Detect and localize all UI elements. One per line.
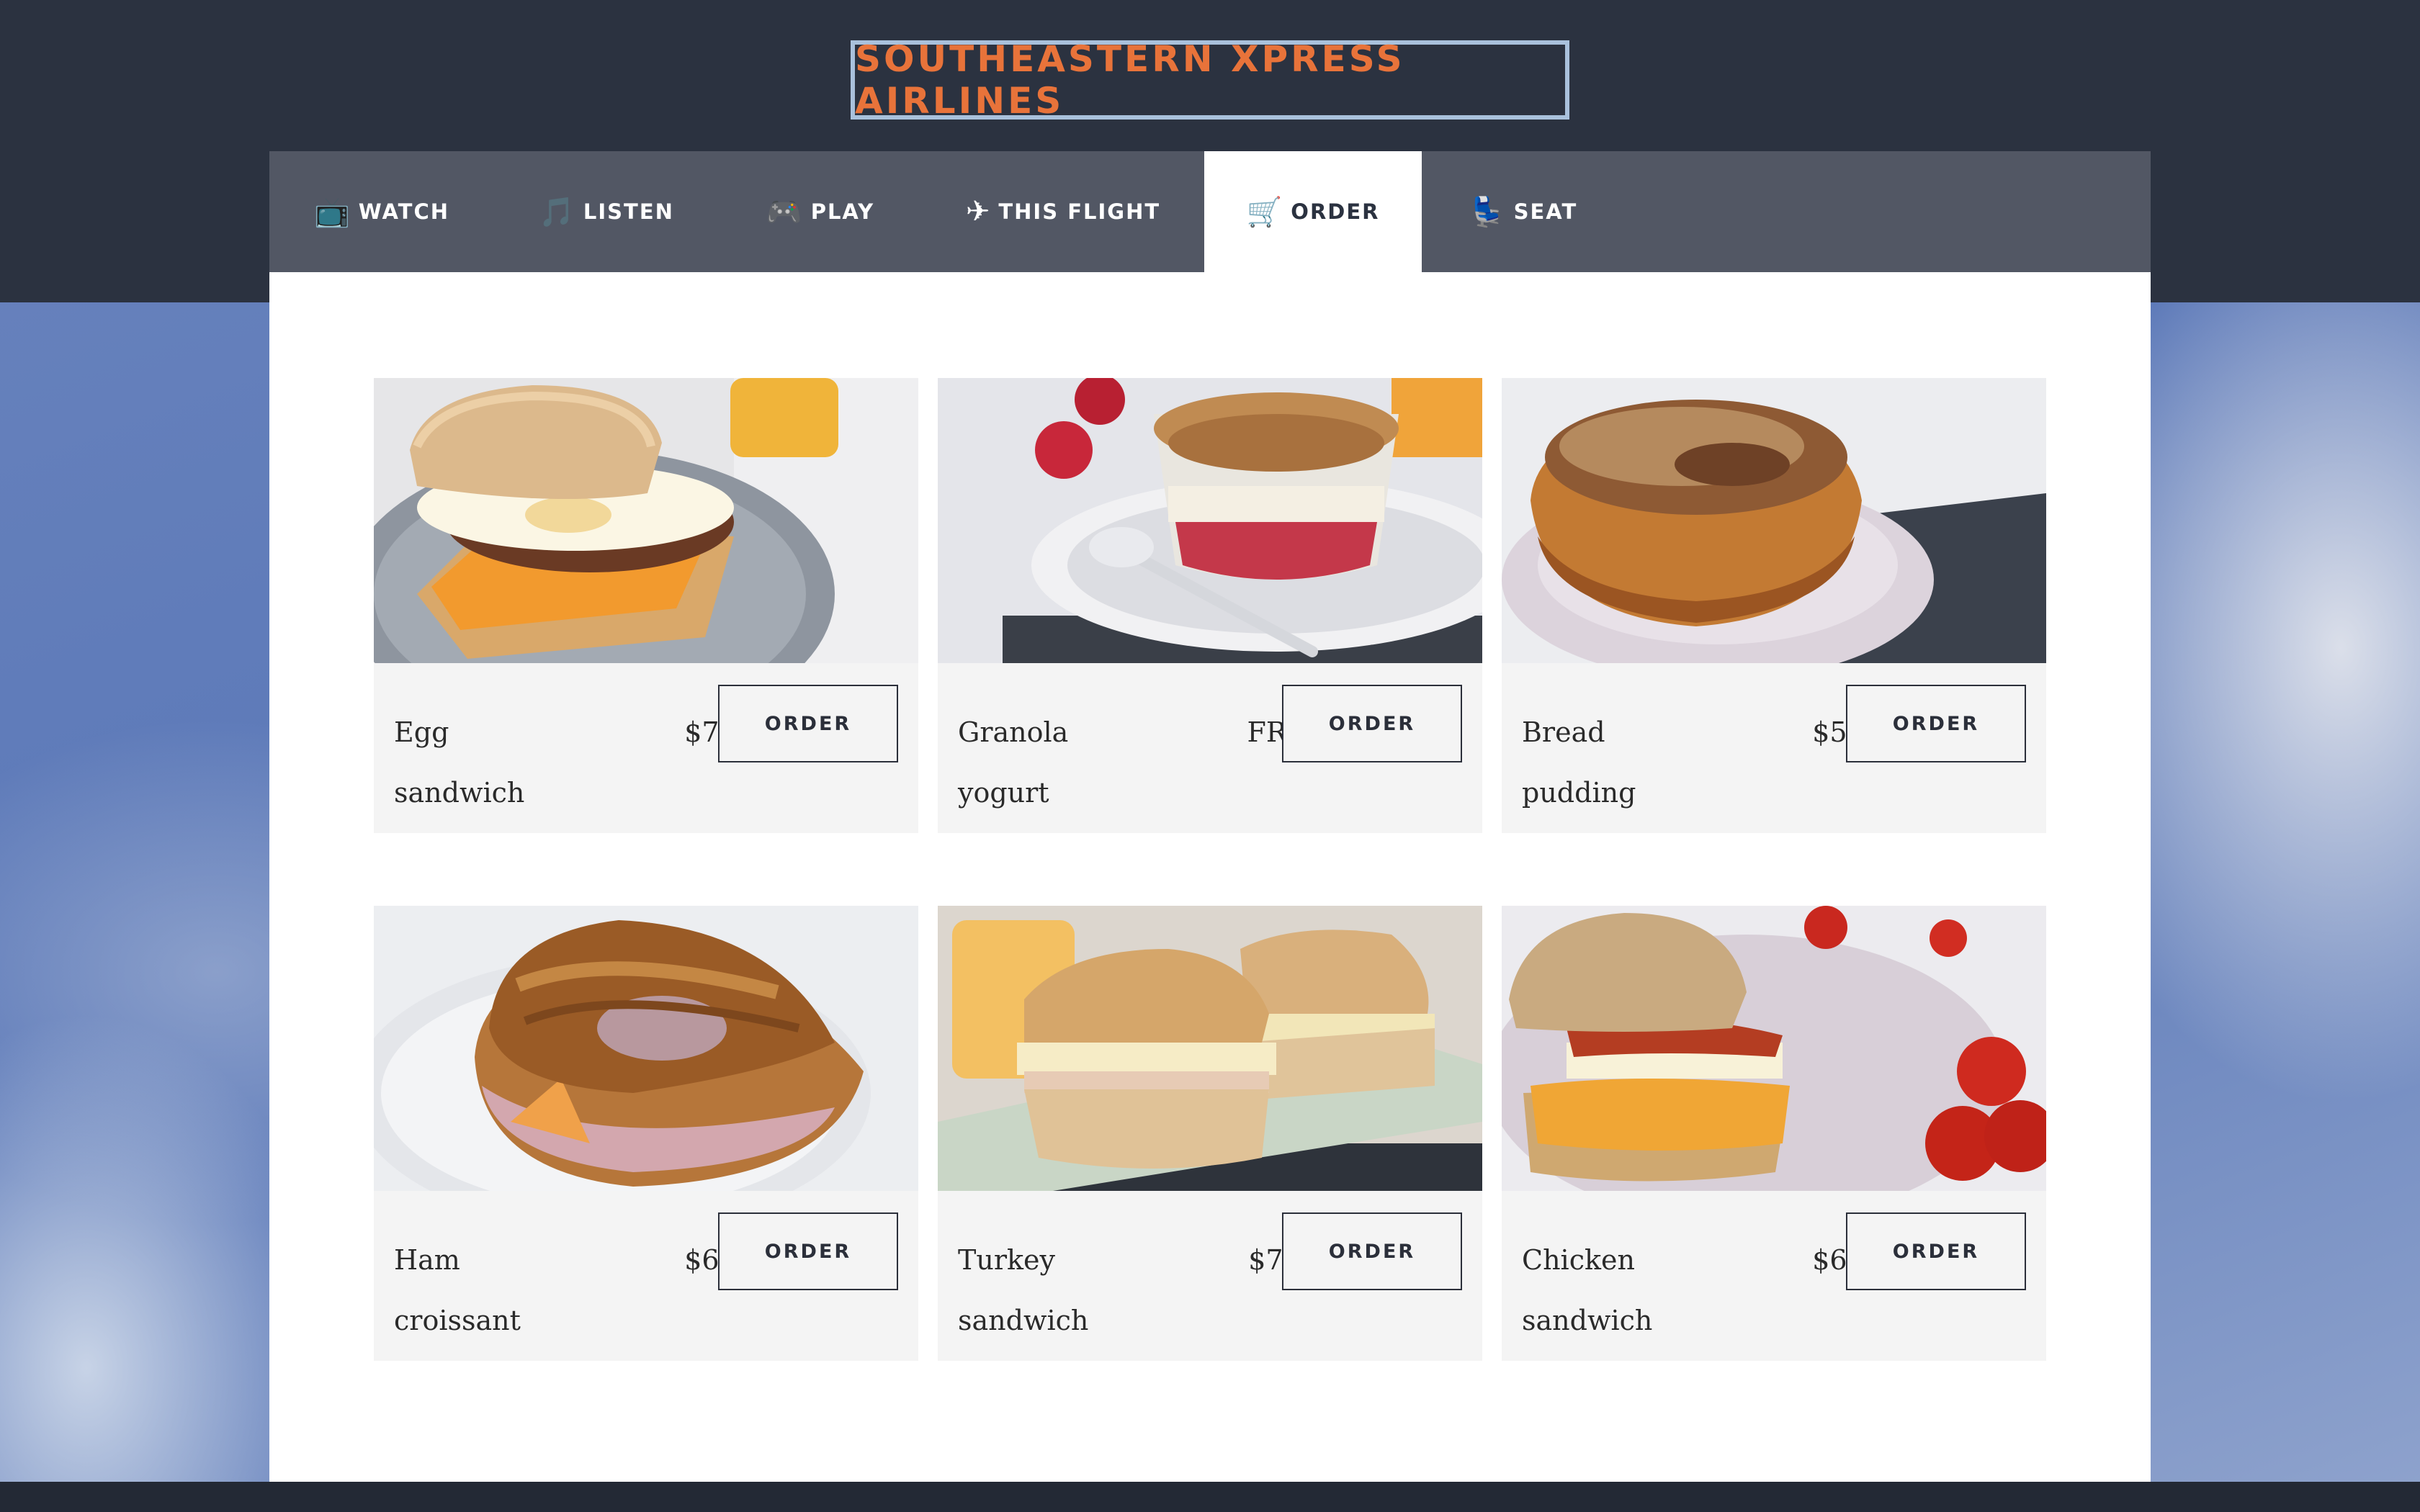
airline-logo-title: SOUTHEASTERN XPRESS AIRLINES [851,38,1569,122]
item-name: Turkey sandwich [958,1244,1089,1336]
item-name: Granola yogurt [958,716,1069,809]
tv-icon: 📺 [313,195,351,229]
gamepad-icon: 🎮 [766,195,804,229]
ham-croissant-photo [374,906,918,1191]
tab-order[interactable]: 🛒 ORDER [1204,151,1422,272]
turkey-sandwich-photo [938,906,1482,1191]
tab-label: ORDER [1291,199,1380,224]
menu-card: Ham croissant $6.99 ORDER [374,906,918,1361]
egg-sandwich-photo [374,378,918,663]
menu-card: Egg sandwich $7.99 ORDER [374,378,918,833]
shopping-cart-icon: 🛒 [1246,195,1284,229]
item-name: Chicken sandwich [1522,1244,1653,1336]
tab-watch[interactable]: 📺 WATCH [269,151,494,272]
tab-label: WATCH [358,199,450,224]
order-button[interactable]: ORDER [718,685,898,762]
tab-label: LISTEN [583,199,674,224]
menu-card: Granola yogurt FREE ORDER [938,378,1482,833]
seat-icon: 💺 [1469,195,1507,229]
tab-listen[interactable]: 🎵 LISTEN [494,151,719,272]
tab-this-flight[interactable]: ✈ THIS FLIGHT [922,151,1204,272]
chicken-sandwich-photo [1502,906,2046,1191]
menu-card: Chicken sandwich $6.99 ORDER [1502,906,2046,1361]
bread-pudding-photo [1502,378,2046,663]
order-button[interactable]: ORDER [718,1212,898,1290]
tab-label: THIS FLIGHT [998,199,1161,224]
tab-seat[interactable]: 💺 SEAT [1422,151,1625,272]
menu-card: Bread pudding $5.99 ORDER [1502,378,2046,833]
tab-label: SEAT [1513,199,1578,224]
airplane-icon: ✈ [965,195,992,228]
item-name: Bread pudding [1522,716,1636,809]
tab-play[interactable]: 🎮 PLAY [719,151,922,272]
item-name: Ham croissant [394,1244,521,1336]
order-button[interactable]: ORDER [1846,1212,2026,1290]
order-button[interactable]: ORDER [1846,685,2026,762]
order-button[interactable]: ORDER [1282,1212,1462,1290]
order-button[interactable]: ORDER [1282,685,1462,762]
music-note-icon: 🎵 [539,195,576,229]
footer-band [0,1482,2420,1512]
menu-card: Turkey sandwich $7.99 ORDER [938,906,1482,1361]
main-nav: 📺 WATCH 🎵 LISTEN 🎮 PLAY ✈ THIS FLIGHT 🛒 … [269,151,2151,272]
order-panel: Egg sandwich $7.99 ORDER Gra [269,272,2151,1482]
granola-yogurt-photo [938,378,1482,663]
item-name: Egg sandwich [394,716,525,809]
tab-label: PLAY [810,199,875,224]
